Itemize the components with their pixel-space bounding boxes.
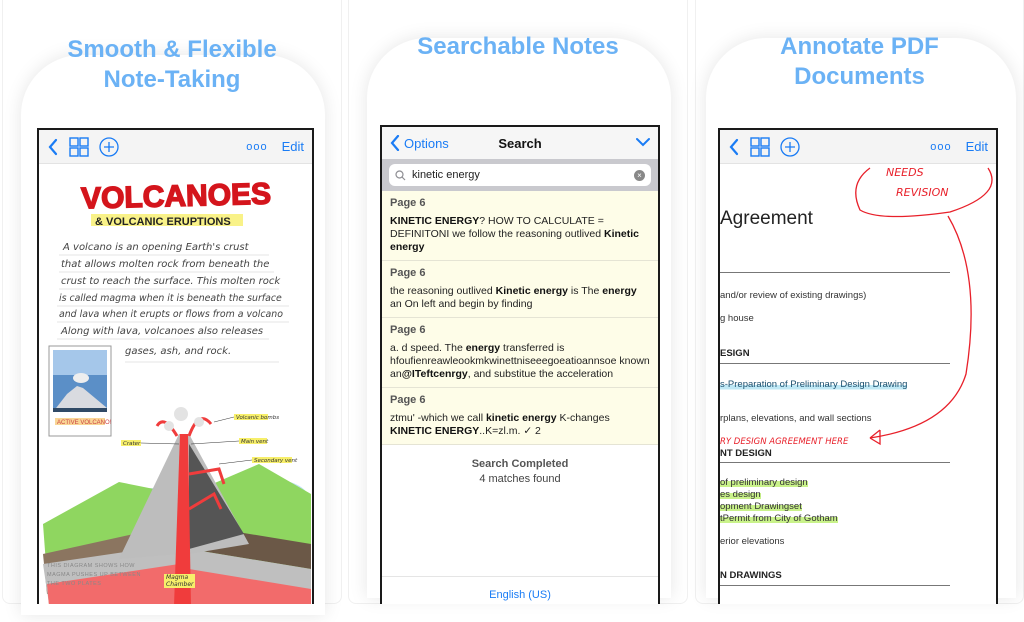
search-value: kinetic energy bbox=[412, 169, 480, 181]
note-footnote: THIS DIAGRAM SHOWS HOW MAGMA PUSHES UP B… bbox=[47, 563, 141, 587]
headline-annotate-pdf: Annotate PDF Documents bbox=[696, 32, 1023, 92]
headline-line: Searchable Notes bbox=[417, 33, 619, 60]
search-result-item[interactable]: Page 6 the reasoning outlived Kinetic ene… bbox=[382, 261, 658, 318]
headline-line: Annotate PDF bbox=[780, 33, 939, 60]
panel-annotate-pdf: Annotate PDF Documents ooo Edit Agreemen… bbox=[695, 0, 1024, 604]
search-results: Page 6 KINETIC ENERGY? HOW TO CALCULATE =… bbox=[382, 191, 658, 445]
result-page: Page 6 bbox=[390, 394, 426, 406]
note-line: Along with lava, volcanoes also releases bbox=[60, 326, 263, 337]
result-page: Page 6 bbox=[390, 324, 426, 336]
options-back-button[interactable]: Options bbox=[390, 135, 449, 151]
add-icon[interactable] bbox=[780, 136, 800, 157]
annotation-needs: NEEDS bbox=[886, 166, 924, 179]
note-title: VOLCANOES bbox=[81, 178, 272, 216]
note-line: that allows molten rock from beneath the bbox=[61, 259, 269, 270]
add-icon[interactable] bbox=[99, 136, 119, 157]
search-navbar: Options Search bbox=[382, 127, 658, 159]
magma-chamber-label: Magma Chamber bbox=[164, 574, 196, 588]
note-line: is called magma when it is beneath the s… bbox=[59, 293, 282, 304]
search-bar: kinetic energy × bbox=[382, 159, 658, 191]
result-snippet: ztmu' -which we call kinetic energy K-ch… bbox=[390, 412, 610, 437]
phone-screen: ooo Edit VOLCANOES & VOLCANIC ERUPTIONS … bbox=[37, 128, 314, 604]
search-icon bbox=[395, 169, 406, 180]
search-result-item[interactable]: Page 6 ztmu' -which we call kinetic energ… bbox=[382, 388, 658, 445]
back-icon[interactable] bbox=[728, 138, 740, 156]
revision-arrow bbox=[869, 215, 972, 439]
language-button[interactable]: English (US) bbox=[382, 576, 658, 604]
edit-button[interactable]: Edit bbox=[966, 139, 988, 154]
result-page: Page 6 bbox=[390, 267, 426, 279]
more-button[interactable]: ooo bbox=[246, 141, 267, 153]
volcano-photo: ACTIVE VOLCANO! bbox=[48, 345, 112, 437]
edit-button[interactable]: Edit bbox=[282, 139, 304, 154]
grid-icon[interactable] bbox=[69, 136, 89, 157]
headline-searchable-notes: Searchable Notes bbox=[349, 32, 687, 62]
result-snippet: the reasoning outlived Kinetic energy is… bbox=[390, 285, 637, 310]
note-line: A volcano is an opening Earth's crust bbox=[62, 242, 250, 253]
svg-text:Volcanic bombs: Volcanic bombs bbox=[236, 415, 279, 421]
headline-line: Note-Taking bbox=[103, 66, 241, 93]
search-completed-text: Search Completed bbox=[471, 458, 569, 470]
annotation-revision: REVISION bbox=[896, 186, 948, 199]
search-input[interactable]: kinetic energy × bbox=[389, 164, 651, 186]
result-snippet: KINETIC ENERGY? HOW TO CALCULATE = DEFIN… bbox=[390, 215, 639, 253]
headline-note-taking: Smooth & Flexible Note-Taking bbox=[3, 35, 341, 95]
grid-icon[interactable] bbox=[750, 136, 770, 157]
back-icon[interactable] bbox=[47, 138, 59, 156]
note-subtitle: & VOLCANIC ERUPTIONS bbox=[95, 216, 231, 228]
pdf-toolbar: ooo Edit bbox=[720, 130, 996, 164]
search-result-item[interactable]: Page 6 KINETIC ENERGY? HOW TO CALCULATE =… bbox=[382, 191, 658, 261]
svg-text:Main vent: Main vent bbox=[241, 439, 269, 445]
panel-searchable-notes: Searchable Notes Options Search kinetic … bbox=[348, 0, 688, 604]
search-status: Search Completed 4 matches found bbox=[382, 445, 658, 487]
note-line: and lava when it erupts or flows from a … bbox=[59, 309, 283, 320]
notes-toolbar: ooo Edit bbox=[39, 130, 312, 164]
more-button[interactable]: ooo bbox=[930, 141, 951, 153]
match-count: 4 matches found bbox=[479, 473, 561, 485]
result-snippet: a. d speed. The energy transferred is hf… bbox=[390, 342, 650, 380]
svg-text:Secondary vent: Secondary vent bbox=[254, 458, 298, 464]
chevron-down-icon[interactable] bbox=[636, 134, 650, 152]
annotation-arrow-text: RY DESIGN AGREEMENT HERE bbox=[720, 437, 849, 447]
ink-annotations: NEEDS REVISION RY DESIGN AGREEMENT HERE bbox=[720, 166, 993, 447]
note-line: crust to reach the surface. This molten … bbox=[61, 276, 281, 287]
headline-line: Documents bbox=[794, 63, 925, 90]
note-line: gases, ash, and rock. bbox=[125, 346, 231, 357]
svg-text:Crater: Crater bbox=[123, 441, 141, 447]
phone-screen: ooo Edit Agreement and/or review of exis… bbox=[718, 128, 998, 604]
search-result-item[interactable]: Page 6 a. d speed. The energy transferred… bbox=[382, 318, 658, 388]
note-canvas[interactable]: VOLCANOES & VOLCANIC ERUPTIONS A volcano… bbox=[39, 164, 312, 604]
result-page: Page 6 bbox=[390, 197, 426, 209]
headline-line: Smooth & Flexible bbox=[67, 36, 277, 63]
options-label: Options bbox=[404, 135, 449, 151]
pdf-page[interactable]: Agreement and/or review of existing draw… bbox=[720, 164, 996, 604]
svg-text:ACTIVE VOLCANO!: ACTIVE VOLCANO! bbox=[57, 420, 112, 426]
clear-search-icon[interactable]: × bbox=[634, 169, 645, 181]
back-icon bbox=[390, 135, 400, 151]
phone-screen: Options Search kinetic energy × Page 6 KI… bbox=[380, 125, 660, 604]
panel-note-taking: Smooth & Flexible Note-Taking ooo Edit V… bbox=[2, 0, 342, 615]
